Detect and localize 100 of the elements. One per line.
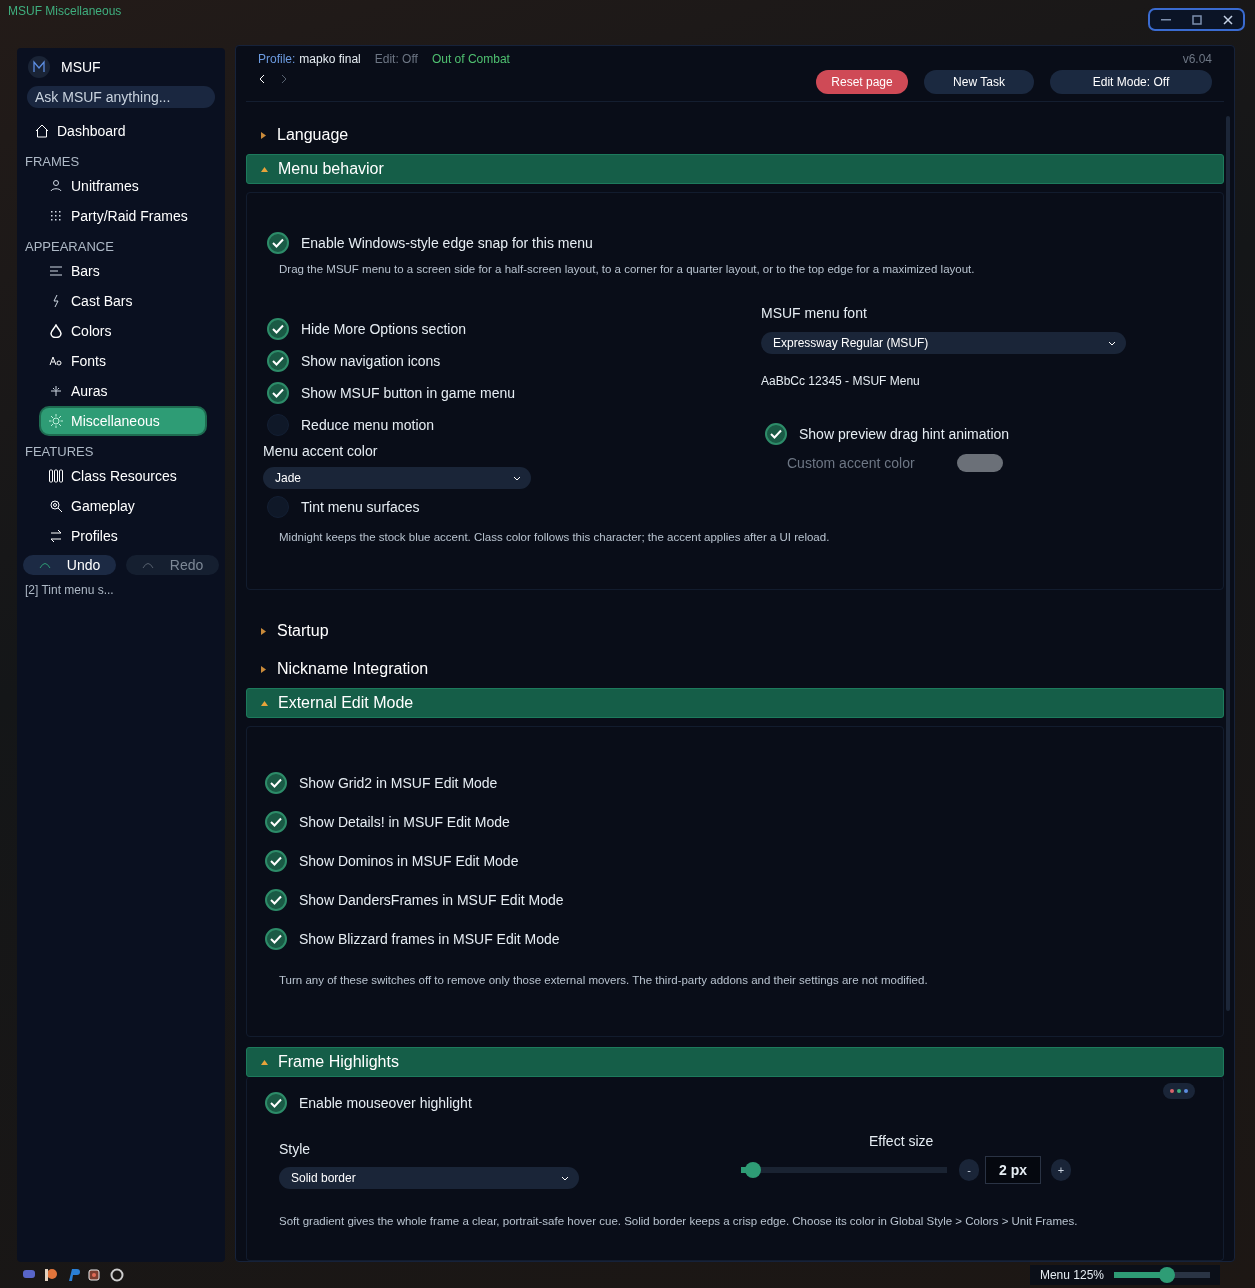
lines-icon xyxy=(49,264,63,278)
header-button[interactable]: Edit Mode: Off xyxy=(1050,70,1212,94)
check-icon xyxy=(270,816,282,827)
window-title: MSUF Miscellaneous xyxy=(8,4,122,18)
checkbox[interactable] xyxy=(265,888,287,911)
checkbox[interactable] xyxy=(265,771,287,794)
nav-item[interactable]: Unitframes xyxy=(41,173,205,199)
triangle-up-icon xyxy=(261,165,268,173)
chevron-down-icon xyxy=(561,1175,569,1181)
checkbox-label: Show preview drag hint animation xyxy=(799,426,1010,442)
checkbox-label: Tint menu surfaces xyxy=(301,499,420,515)
checkbox-label: Show navigation icons xyxy=(301,353,441,369)
triangle-right-icon xyxy=(260,131,267,139)
chat-icon[interactable] xyxy=(22,1268,36,1280)
font-icon xyxy=(49,354,63,368)
edit-status: Edit: Off xyxy=(374,52,418,66)
description-text: Drag the MSUF menu to a screen side for a half-screen layout, to a corner for a quarter layout, or to the top edge for a maximized layout. xyxy=(279,263,976,275)
nav-item[interactable]: Gameplay xyxy=(41,493,205,519)
drop-icon xyxy=(49,324,63,338)
section-header[interactable]: Menu behavior xyxy=(246,154,1224,184)
checkbox-label: Show DandersFrames in MSUF Edit Mode xyxy=(299,891,564,908)
checkbox-label: Show Blizzard frames in MSUF Edit Mode xyxy=(299,930,560,947)
check-icon xyxy=(270,777,282,788)
checkbox-label: Enable mouseover highlight xyxy=(299,1095,472,1111)
check-icon xyxy=(272,324,284,334)
checkbox-label: Show Dominos in MSUF Edit Mode xyxy=(299,852,519,869)
gear-icon xyxy=(49,414,63,428)
check-icon xyxy=(270,933,282,944)
section-heading: FEATURES xyxy=(25,444,95,459)
minimize-icon xyxy=(1160,18,1171,21)
triangle-up-icon xyxy=(261,699,268,707)
logo-icon xyxy=(27,55,51,79)
accent-color-dropdown[interactable]: Jade xyxy=(263,467,531,489)
redo-icon xyxy=(141,561,154,569)
check-icon xyxy=(270,855,282,866)
value-field[interactable]: 2 px xyxy=(985,1156,1041,1184)
style-dropdown[interactable]: Solid border xyxy=(279,1167,579,1189)
checkbox[interactable] xyxy=(265,810,287,833)
checkbox[interactable] xyxy=(265,1092,287,1114)
nav-item[interactable]: Fonts xyxy=(41,348,205,374)
version-label: v6.04 xyxy=(1182,52,1212,66)
nav-item[interactable]: Profiles xyxy=(41,523,205,549)
target-icon xyxy=(49,499,63,513)
field-label: MSUF menu font xyxy=(761,305,868,321)
combat-status: Out of Combat xyxy=(431,52,510,66)
checkbox[interactable] xyxy=(267,382,289,404)
checkbox[interactable] xyxy=(765,423,787,445)
checkbox[interactable] xyxy=(267,232,289,254)
nav-item[interactable]: Bars xyxy=(41,258,205,284)
search-field[interactable]: Ask MSUF anything... xyxy=(27,86,215,108)
bars-icon xyxy=(49,469,63,483)
swap-arrows-icon xyxy=(49,529,63,543)
nav-item[interactable]: Class Resources xyxy=(41,463,205,489)
checkbox[interactable] xyxy=(267,350,289,372)
section-header[interactable]: Nickname Integration xyxy=(246,654,1224,684)
paypal-icon[interactable] xyxy=(66,1268,80,1282)
header-button[interactable]: Reset page xyxy=(816,70,908,94)
slider-thumb[interactable] xyxy=(745,1162,762,1178)
nav-item[interactable]: Colors xyxy=(41,318,205,344)
checkbox[interactable] xyxy=(267,414,289,436)
note-text: Midnight keeps the stock blue accent. Class color follows this character; the accent applies after a UI reload. xyxy=(279,531,831,543)
profile-name: mapko final xyxy=(299,52,361,66)
forward-icon[interactable] xyxy=(280,74,288,84)
dots-grid-icon xyxy=(49,209,63,223)
more-dots-icon[interactable] xyxy=(1163,1083,1195,1099)
checkbox-label: Reduce menu motion xyxy=(301,417,435,433)
nav-item[interactable]: Party/Raid Frames xyxy=(41,203,205,229)
checkbox[interactable] xyxy=(265,927,287,950)
section-header[interactable]: Language xyxy=(246,120,1224,150)
slider-thumb[interactable] xyxy=(1158,1267,1175,1283)
decrease-button[interactable]: - xyxy=(959,1159,979,1181)
font-dropdown[interactable]: Expressway Regular (MSUF) xyxy=(761,332,1126,354)
section-header[interactable]: External Edit Mode xyxy=(246,688,1224,718)
header-button[interactable]: New Task xyxy=(924,70,1034,94)
nav-item[interactable]: Auras xyxy=(41,378,205,404)
check-icon xyxy=(272,356,284,366)
field-label: Effect size xyxy=(869,1133,935,1149)
undo-button[interactable]: Undo xyxy=(23,555,116,575)
checkbox[interactable] xyxy=(265,849,287,872)
back-icon[interactable] xyxy=(258,74,266,84)
chevron-down-icon xyxy=(1108,340,1116,346)
close-icon xyxy=(1222,14,1233,25)
check-icon xyxy=(270,894,282,905)
person-icon xyxy=(49,179,63,193)
checkbox-label: Enable Windows-style edge snap for this menu xyxy=(301,235,593,251)
scrollbar[interactable] xyxy=(1226,116,1230,1011)
increase-button[interactable]: + xyxy=(1051,1159,1071,1181)
section-header[interactable]: Frame Highlights xyxy=(246,1047,1224,1077)
section-heading: FRAMES xyxy=(25,154,81,169)
triangle-right-icon xyxy=(260,627,267,635)
checkbox[interactable] xyxy=(267,318,289,340)
sparkle-icon xyxy=(49,384,63,398)
nav-item[interactable]: Dashboard xyxy=(35,118,219,144)
nav-item[interactable]: Cast Bars xyxy=(41,288,205,314)
checkbox-label: Show MSUF button in game menu xyxy=(301,385,515,401)
check-icon xyxy=(272,388,284,398)
checkbox[interactable] xyxy=(267,496,289,518)
check-icon xyxy=(770,429,782,439)
section-header[interactable]: Startup xyxy=(246,616,1224,646)
check-icon xyxy=(272,238,284,248)
